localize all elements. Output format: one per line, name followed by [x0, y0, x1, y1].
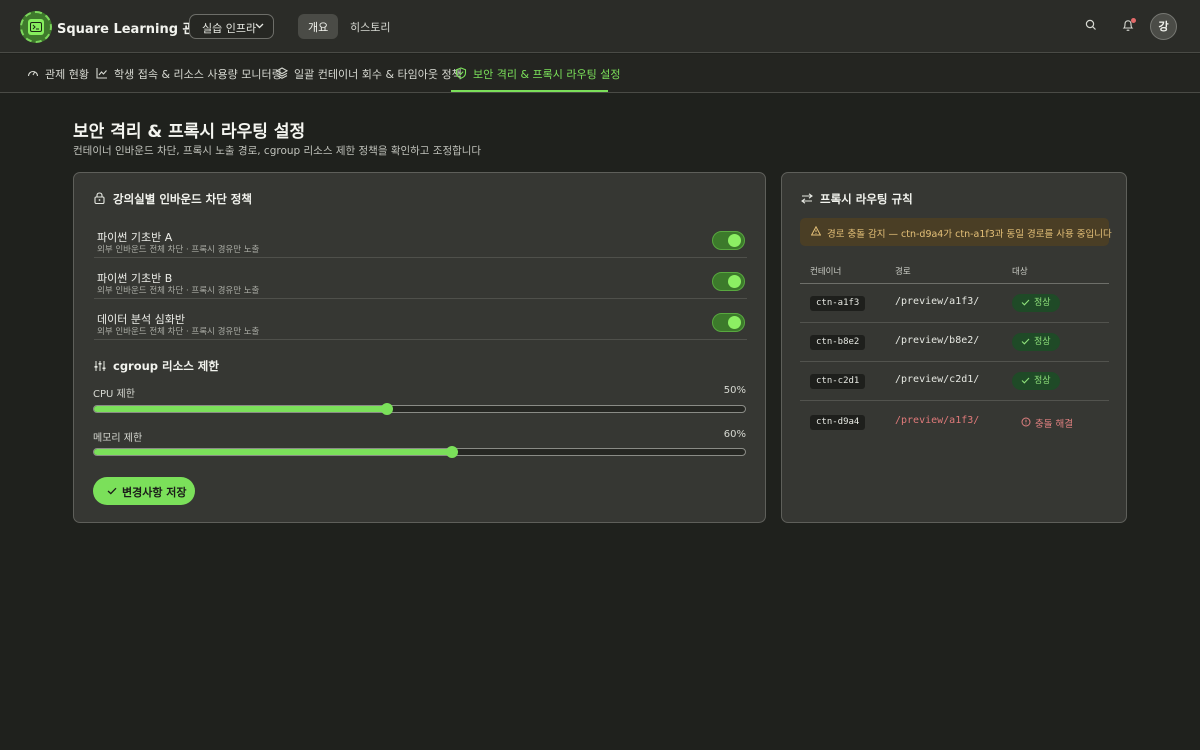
nav-tab-history[interactable]: 히스토리 — [340, 14, 400, 39]
status-label: 정상 — [1034, 337, 1051, 347]
policy-toggle[interactable] — [712, 231, 745, 250]
resolve-conflict-button[interactable]: 충돌 해결 — [1021, 416, 1073, 430]
check-icon — [1021, 299, 1030, 306]
alert-text: 경로 충돌 감지 — ctn-d9a4가 ctn-a1f3과 동일 경로를 사용… — [827, 229, 1112, 240]
column-header-target: 대상 — [1012, 267, 1028, 277]
policy-row: 파이썬 기초반 B 외부 인바운드 전체 차단 · 프록시 경유만 노출 — [94, 258, 747, 299]
infra-select-label: 실습 인프라 — [202, 22, 257, 35]
search-icon[interactable] — [1085, 19, 1097, 31]
policy-toggle[interactable] — [712, 313, 745, 332]
policy-description: 외부 인바운드 전체 차단 · 프록시 경유만 노출 — [97, 327, 260, 337]
warning-icon — [811, 226, 821, 236]
memory-limit-value: 60% — [723, 429, 746, 440]
shield-check-icon — [455, 67, 467, 79]
arrows-left-right-icon — [801, 193, 813, 204]
proxy-routing-card: 프록시 라우팅 규칙 경로 충돌 감지 — ctn-d9a4가 ctn-a1f3… — [781, 172, 1127, 523]
alert-circle-icon — [1021, 417, 1031, 427]
slider-fill — [94, 449, 453, 455]
nav-tab-overview[interactable]: 개요 — [298, 14, 339, 39]
column-header-container: 컨테이너 — [810, 267, 842, 277]
page-subtitle: 컨테이너 인바운드 차단, 프록시 노출 경로, cgroup 리소스 제한 정… — [73, 145, 482, 157]
route-path: /preview/a1f3/ — [895, 415, 980, 426]
status-badge: 정상 — [1012, 333, 1060, 351]
table-row[interactable]: ctn-a1f3 /preview/a1f3/ 정상 — [800, 284, 1109, 323]
column-header-path: 경로 — [895, 267, 911, 277]
cpu-limit-label: CPU 제한 — [93, 389, 135, 400]
slider-thumb[interactable] — [446, 446, 459, 458]
memory-limit-label: 메모리 제한 — [93, 433, 143, 444]
policy-toggle[interactable] — [712, 272, 745, 291]
status-label: 정상 — [1034, 376, 1051, 386]
terminal-icon — [28, 19, 44, 35]
slider-fill — [94, 406, 387, 412]
status-badge: 정상 — [1012, 372, 1060, 390]
route-path: /preview/c2d1/ — [895, 374, 980, 385]
inbound-policy-title: 강의실별 인바운드 차단 정책 — [113, 192, 252, 206]
container-id: ctn-d9a4 — [810, 415, 866, 430]
check-icon — [1021, 377, 1030, 384]
policy-description: 외부 인바운드 전체 차단 · 프록시 경유만 노출 — [97, 286, 260, 296]
container-id: ctn-c2d1 — [810, 374, 866, 389]
proxy-routing-title: 프록시 라우팅 규칙 — [820, 192, 913, 206]
check-icon — [1021, 338, 1030, 345]
policy-row: 데이터 분석 심화반 외부 인바운드 전체 차단 · 프록시 경유만 노출 — [94, 299, 747, 340]
toggle-knob — [728, 316, 741, 329]
route-conflict-alert: 경로 충돌 감지 — ctn-d9a4가 ctn-a1f3과 동일 경로를 사용… — [800, 218, 1112, 246]
infra-select[interactable]: 실습 인프라 — [189, 14, 274, 39]
avatar[interactable]: 강 — [1150, 13, 1177, 40]
lock-icon — [94, 192, 105, 204]
subtab-label: 학생 접속 & 리소스 사용량 모니터링 — [114, 68, 282, 81]
resolve-conflict-label: 충돌 해결 — [1035, 419, 1073, 430]
status-label: 정상 — [1034, 298, 1051, 308]
inbound-policy-card: 강의실별 인바운드 차단 정책 파이썬 기초반 A 외부 인바운드 전체 차단 … — [73, 172, 766, 523]
container-id: ctn-a1f3 — [810, 296, 866, 311]
subtab-label: 보안 격리 & 프록시 라우팅 설정 — [473, 68, 621, 81]
line-chart-icon — [96, 68, 107, 79]
save-changes-label: 변경사항 저장 — [122, 486, 187, 499]
top-header: Square Learning 관제 실습 인프라 개요 히스토리 강 — [0, 0, 1200, 53]
save-changes-button[interactable]: 변경사항 저장 — [93, 477, 195, 505]
slider-thumb[interactable] — [380, 403, 393, 415]
container-id: ctn-b8e2 — [810, 335, 866, 350]
table-row[interactable]: ctn-b8e2 /preview/b8e2/ 정상 — [800, 323, 1109, 362]
app-logo[interactable] — [20, 11, 52, 43]
active-tab-indicator — [451, 90, 608, 92]
sliders-icon — [94, 361, 106, 371]
toggle-knob — [728, 234, 741, 247]
subtab-label: 일괄 컨테이너 회수 & 타임아웃 정책 — [294, 68, 462, 81]
layers-icon — [276, 67, 288, 79]
page-title: 보안 격리 & 프록시 라우팅 설정 — [73, 122, 306, 142]
policy-row: 파이썬 기초반 A 외부 인바운드 전체 차단 · 프록시 경유만 노출 — [94, 217, 747, 258]
notification-dot — [1131, 18, 1136, 23]
route-path: /preview/b8e2/ — [895, 335, 980, 346]
policy-description: 외부 인바운드 전체 차단 · 프록시 경유만 노출 — [97, 245, 260, 255]
memory-limit-slider[interactable] — [93, 446, 746, 458]
chevron-down-icon — [255, 23, 264, 29]
status-badge: 정상 — [1012, 294, 1060, 312]
gauge-icon — [27, 70, 39, 77]
table-row[interactable]: ctn-c2d1 /preview/c2d1/ 정상 — [800, 362, 1109, 401]
table-row[interactable]: ctn-d9a4 /preview/a1f3/ 충돌 해결 — [800, 403, 1109, 442]
app-title: Square Learning 관제 — [57, 22, 207, 37]
toggle-knob — [728, 275, 741, 288]
cpu-limit-value: 50% — [723, 385, 746, 396]
check-icon — [107, 487, 117, 495]
sub-navigation: 관제 현황 학생 접속 & 리소스 사용량 모니터링 일괄 컨테이너 회수 & … — [0, 54, 1200, 93]
route-path: /preview/a1f3/ — [895, 296, 980, 307]
cpu-limit-slider[interactable] — [93, 403, 746, 415]
subtab-label: 관제 현황 — [45, 68, 89, 81]
cgroup-title: cgroup 리소스 제한 — [113, 359, 219, 373]
